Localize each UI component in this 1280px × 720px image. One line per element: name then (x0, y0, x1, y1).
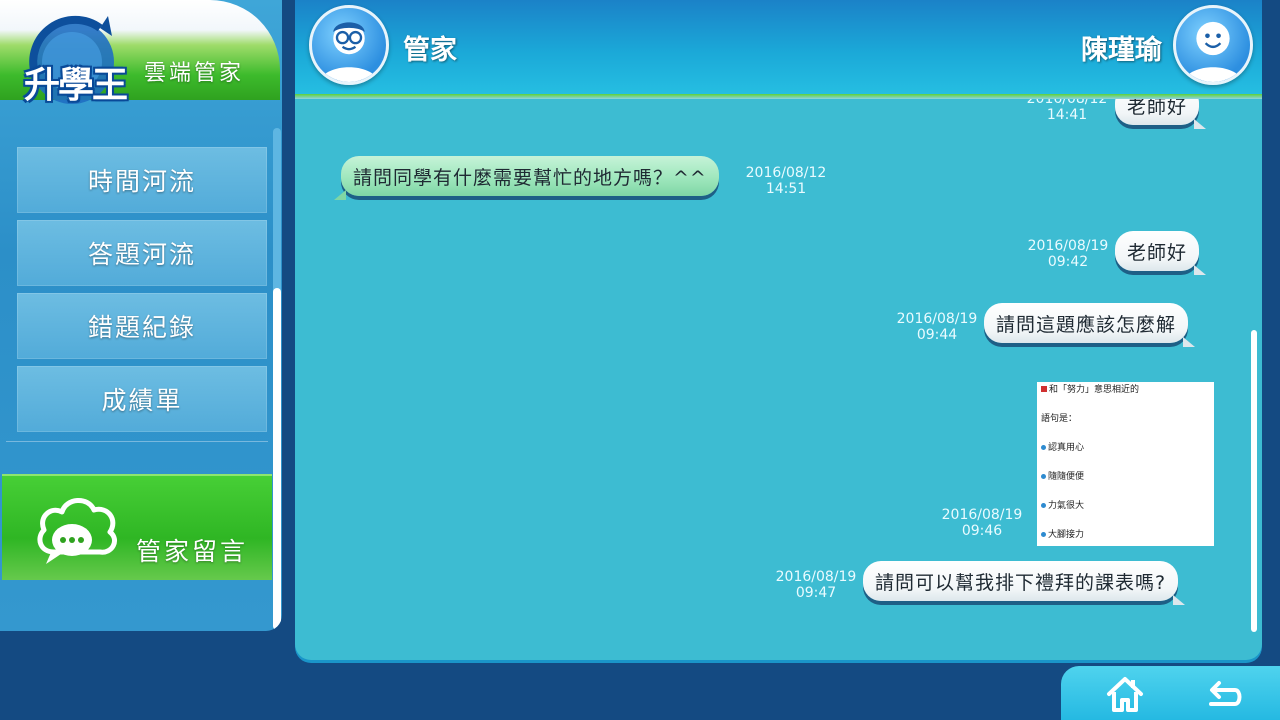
question-image-option: 隨隨便便 (1041, 471, 1210, 500)
sidebar-menu: 時間河流 答題河流 錯題紀錄 成績單 (17, 147, 267, 439)
message-date: 2016/08/12 (1026, 99, 1108, 107)
butler-message-label: 管家留言 (136, 537, 249, 566)
message-time: 14:41 (1046, 107, 1088, 123)
chat-panel: 管家 陳瑾瑜 2016/08/12 14:41 老師好 請問同學有什麼需要幫忙的… (295, 0, 1262, 660)
sidebar-scrollbar[interactable] (273, 128, 281, 630)
message-date: 2016/08/19 (775, 569, 857, 585)
sidebar-item-report-card[interactable]: 成績單 (17, 366, 267, 432)
option-dot-icon (1041, 445, 1046, 450)
back-button[interactable] (1205, 674, 1245, 714)
butler-message-button[interactable]: 管家留言 (2, 474, 272, 580)
message-time: 09:46 (961, 523, 1003, 539)
butler-name: 管家 (403, 35, 457, 66)
bottom-toolbar (1061, 666, 1280, 720)
message-bubble[interactable]: 請問可以幫我排下禮拜的課表嗎? (863, 561, 1186, 605)
message-bubble[interactable]: 請問這題應該怎麼解 (984, 303, 1196, 347)
app-subtitle: 雲端管家 (144, 61, 245, 86)
question-image-option: 大腳接力 (1041, 529, 1210, 558)
option-dot-icon (1041, 532, 1046, 537)
question-marker-icon (1041, 386, 1047, 392)
sidebar-divider (6, 441, 268, 442)
message-list[interactable]: 2016/08/12 14:41 老師好 請問同學有什麼需要幫忙的地方嗎？^^ … (295, 99, 1262, 660)
message-date: 2016/08/19 (1027, 238, 1109, 254)
home-button[interactable] (1105, 674, 1145, 714)
message-timestamp: 2016/08/19 09:46 (932, 507, 1032, 539)
sidebar-scrollbar-thumb[interactable] (273, 288, 281, 630)
home-icon (1107, 677, 1143, 712)
question-image-line: 和「努力」意思相近的 (1041, 384, 1210, 413)
message-bubble[interactable]: 老師好 (1115, 99, 1207, 129)
message-time: 09:44 (916, 327, 958, 343)
question-image[interactable]: 和「努力」意思相近的 語句是： 認真用心 隨隨便便 力氣很大 大腳接力 (1037, 382, 1214, 546)
sidebar-item-answer-river[interactable]: 答題河流 (17, 220, 267, 286)
chat-scrollbar[interactable] (1251, 330, 1257, 632)
sidebar-header: 升學王 雲端管家 (0, 0, 280, 106)
logo-text: 升學王 (24, 64, 128, 106)
message-time: 14:51 (765, 181, 807, 197)
option-dot-icon (1041, 474, 1046, 479)
sidebar-item-time-river[interactable]: 時間河流 (17, 147, 267, 213)
message-bubble[interactable]: 老師好 (1115, 231, 1207, 275)
back-arrow-icon (1209, 681, 1242, 706)
message-time: 09:42 (1047, 254, 1089, 270)
message-date: 2016/08/12 (745, 165, 827, 181)
message-timestamp: 2016/08/12 14:51 (736, 165, 836, 197)
message-time: 09:47 (795, 585, 837, 601)
message-timestamp: 2016/08/19 09:44 (887, 311, 987, 343)
chat-header: 管家 陳瑾瑜 (295, 0, 1262, 96)
butler-avatar-icon (319, 22, 379, 82)
student-name: 陳瑾瑜 (1081, 35, 1162, 66)
message-bubble[interactable]: 請問同學有什麼需要幫忙的地方嗎？^^ (334, 156, 719, 200)
sidebar-item-wrong-answers[interactable]: 錯題紀錄 (17, 293, 267, 359)
student-avatar-icon (1183, 21, 1243, 82)
message-date: 2016/08/19 (941, 507, 1023, 523)
student-avatar (1173, 5, 1253, 85)
app-logo[interactable]: 升學王 (10, 14, 130, 114)
butler-avatar (309, 5, 389, 85)
option-dot-icon (1041, 503, 1046, 508)
message-timestamp: 2016/08/12 14:41 (1017, 99, 1117, 123)
question-image-option: 認真用心 (1041, 442, 1210, 471)
chat-cloud-icon (37, 498, 117, 564)
question-image-option: 力氣很大 (1041, 500, 1210, 529)
question-image-line: 語句是： (1041, 414, 1078, 424)
sidebar: 升學王 雲端管家 時間河流 答題河流 錯題紀錄 成績單 管家留言 (0, 0, 282, 631)
message-date: 2016/08/19 (896, 311, 978, 327)
message-timestamp: 2016/08/19 09:42 (1018, 238, 1118, 270)
message-timestamp: 2016/08/19 09:47 (766, 569, 866, 601)
